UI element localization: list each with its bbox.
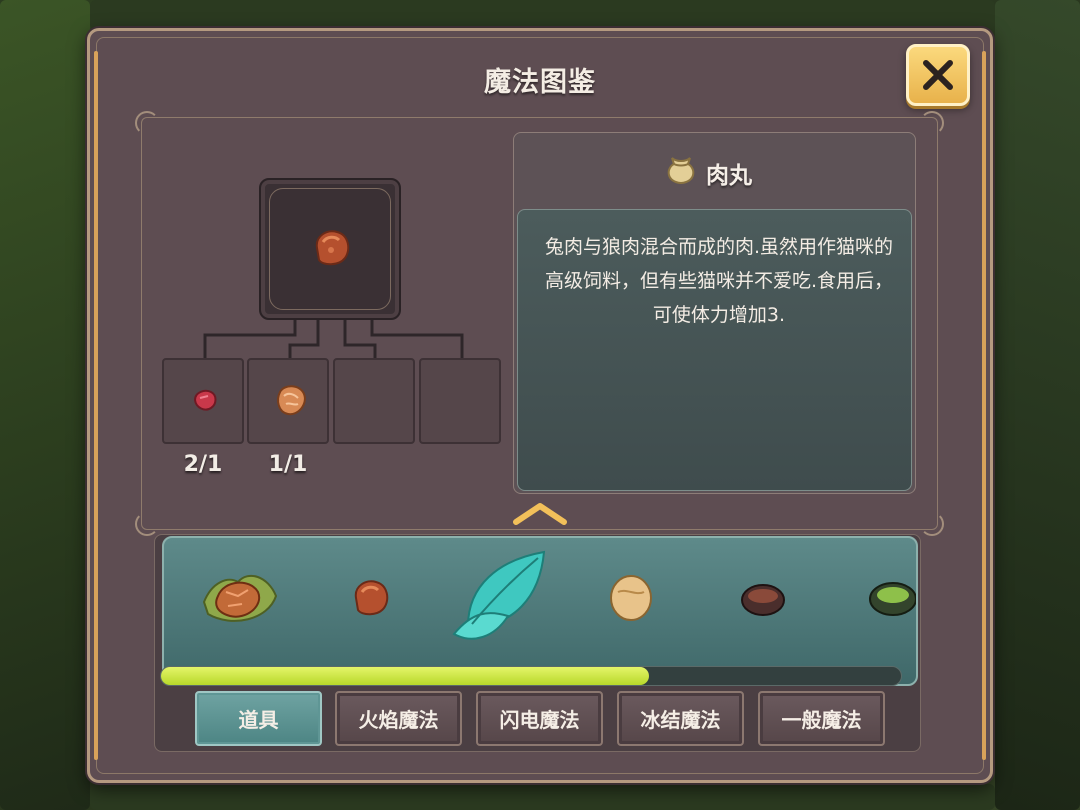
ingredient-slot-empty[interactable] bbox=[333, 358, 415, 444]
pouch-icon bbox=[667, 157, 695, 185]
carousel-scrollbar[interactable] bbox=[160, 666, 902, 686]
mint-leaf-icon[interactable] bbox=[448, 546, 552, 650]
rabbit-meat-icon bbox=[193, 389, 217, 411]
item-name: 肉丸 bbox=[706, 163, 752, 189]
chevron-up-icon[interactable] bbox=[512, 502, 568, 526]
meatball-icon[interactable] bbox=[346, 574, 394, 622]
scrollbar-thumb[interactable] bbox=[161, 667, 650, 685]
ingredient-slot[interactable] bbox=[247, 358, 329, 444]
item-description: 兔肉与狼肉混合而成的肉.虽然用作猫咪的高级饲料，但有些猫咪并不爱吃.食用后，可使… bbox=[544, 236, 894, 326]
ingredient-slot[interactable] bbox=[162, 358, 244, 444]
ingredient-slot-empty[interactable] bbox=[419, 358, 501, 444]
tab-ice-magic[interactable]: 冰结魔法 bbox=[617, 691, 744, 746]
soup-bowl-icon[interactable] bbox=[740, 582, 786, 618]
tab-fire-magic[interactable]: 火焰魔法 bbox=[335, 691, 462, 746]
tab-general-magic[interactable]: 一般魔法 bbox=[758, 691, 885, 746]
item-carousel[interactable] bbox=[162, 536, 918, 686]
ingredient-count: 2/1 bbox=[183, 452, 223, 477]
recipe-result-slot[interactable] bbox=[259, 178, 401, 320]
bread-icon[interactable] bbox=[608, 574, 654, 622]
green-soup-bowl-icon[interactable] bbox=[868, 580, 918, 618]
meatball-icon bbox=[315, 230, 350, 266]
wrapped-meat-icon[interactable] bbox=[198, 562, 282, 632]
ingredient-count: 1/1 bbox=[268, 452, 308, 477]
tab-lightning-magic[interactable]: 闪电魔法 bbox=[476, 691, 603, 746]
tab-items[interactable]: 道具 bbox=[195, 691, 322, 746]
wolf-meat-icon bbox=[277, 385, 306, 416]
